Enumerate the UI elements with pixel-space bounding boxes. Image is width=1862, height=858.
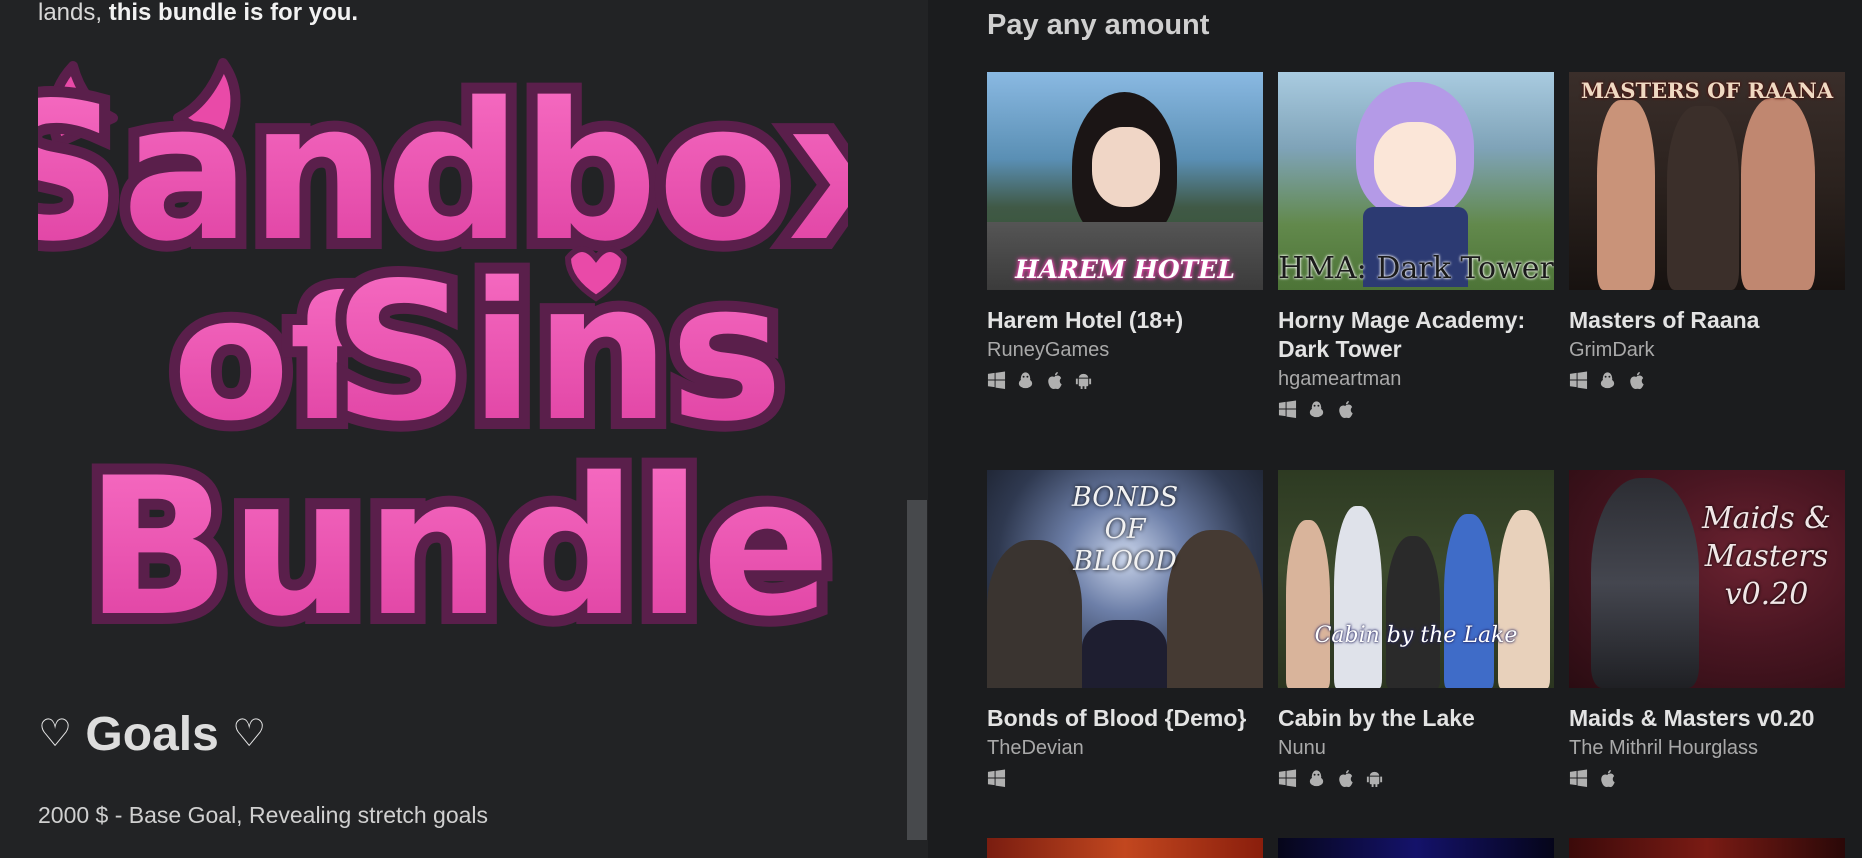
- linux-icon: [1309, 400, 1324, 417]
- windows-icon: [1569, 768, 1588, 787]
- game-card[interactable]: HMA: Dark Tower Horny Mage Academy: Dark…: [1278, 72, 1554, 419]
- game-cover-partial[interactable]: [1569, 838, 1845, 858]
- scrollbar-thumb[interactable]: [907, 500, 927, 840]
- platform-icons: [1569, 370, 1845, 390]
- cover-title: MASTERS OF RAANA: [1580, 78, 1834, 103]
- game-cover[interactable]: Cabin by the Lake: [1278, 470, 1554, 688]
- apple-icon: [1339, 400, 1353, 418]
- goal-base-text: 2000 $ - Base Goal, Revealing stretch go…: [38, 802, 489, 828]
- logo-line-sins: Sins: [333, 242, 783, 463]
- cover-title: HMA: Dark Tower: [1278, 251, 1554, 286]
- game-author[interactable]: The Mithril Hourglass: [1569, 734, 1845, 762]
- game-cover[interactable]: Maids & Masters v0.20: [1569, 470, 1845, 688]
- game-author[interactable]: Nunu: [1278, 734, 1554, 762]
- game-title[interactable]: Masters of Raana: [1569, 306, 1845, 335]
- game-author[interactable]: GrimDark: [1569, 336, 1845, 364]
- game-title[interactable]: Cabin by the Lake: [1278, 704, 1554, 733]
- game-author[interactable]: RuneyGames: [987, 336, 1263, 364]
- android-icon: [1366, 771, 1383, 787]
- game-author[interactable]: TheDevian: [987, 734, 1263, 762]
- game-title[interactable]: Harem Hotel (18+): [987, 306, 1263, 335]
- game-card[interactable]: HAREM HOTEL Harem Hotel (18+) RuneyGames: [987, 72, 1263, 390]
- linux-icon: [1018, 371, 1033, 388]
- game-cover[interactable]: HMA: Dark Tower: [1278, 72, 1554, 290]
- game-title[interactable]: Horny Mage Academy: Dark Tower: [1278, 306, 1554, 364]
- game-cover[interactable]: BONDS OF BLOOD: [987, 470, 1263, 688]
- platform-icons: [987, 768, 1263, 788]
- game-cover[interactable]: MASTERS OF RAANA: [1569, 72, 1845, 290]
- apple-icon: [1339, 769, 1353, 787]
- game-author[interactable]: hgameartman: [1278, 365, 1554, 393]
- apple-icon: [1630, 371, 1644, 389]
- intro-text: lands, this bundle is for you.: [38, 0, 358, 28]
- cover-title: Maids & Masters v0.20: [1701, 501, 1832, 612]
- game-card[interactable]: Cabin by the Lake Cabin by the Lake Nunu: [1278, 470, 1554, 788]
- linux-icon: [1309, 769, 1324, 786]
- game-title[interactable]: Maids & Masters v0.20: [1569, 704, 1845, 733]
- games-panel: Pay any amount HAREM HOTEL Harem Hotel (…: [928, 0, 1862, 858]
- game-card[interactable]: MASTERS OF RAANA Masters of Raana GrimDa…: [1569, 72, 1845, 390]
- game-card[interactable]: BONDS OF BLOOD Bonds of Blood {Demo} The…: [987, 470, 1263, 788]
- heart-right-icon: ♡: [232, 713, 267, 755]
- linux-icon: [1600, 371, 1615, 388]
- intro-bold: this bundle is for you.: [108, 0, 359, 26]
- windows-icon: [1278, 768, 1297, 787]
- section-title: Pay any amount: [987, 9, 1210, 41]
- intro-prefix: lands,: [38, 0, 109, 26]
- bundle-logo: Sandbox of Sins Bundle: [38, 58, 848, 668]
- logo-line-bundle: Bundle: [85, 437, 830, 658]
- bundle-description-panel: lands, this bundle is for you. × Sandbox…: [0, 0, 928, 858]
- heart-left-icon: ♡: [38, 713, 73, 755]
- game-card[interactable]: Maids & Masters v0.20 Maids & Masters v0…: [1569, 470, 1845, 788]
- game-title[interactable]: Bonds of Blood {Demo}: [987, 704, 1263, 733]
- cover-title: Cabin by the Lake: [1314, 623, 1518, 648]
- cover-title: BONDS OF BLOOD: [1071, 482, 1179, 577]
- game-cover-partial[interactable]: [1278, 838, 1554, 858]
- apple-icon: [1601, 769, 1615, 787]
- goals-heading: ♡ Goals ♡: [38, 706, 266, 763]
- android-icon: [1075, 373, 1092, 389]
- windows-icon: [987, 768, 1006, 787]
- platform-icons: [1278, 399, 1554, 419]
- cover-title: HAREM HOTEL: [1015, 255, 1235, 284]
- goals-title-text: Goals: [85, 708, 219, 761]
- windows-icon: [1278, 399, 1297, 418]
- platform-icons: [1569, 768, 1845, 788]
- platform-icons: [987, 370, 1263, 390]
- apple-icon: [1048, 371, 1062, 389]
- windows-icon: [987, 370, 1006, 389]
- windows-icon: [1569, 370, 1588, 389]
- platform-icons: [1278, 768, 1554, 788]
- game-cover[interactable]: HAREM HOTEL: [987, 72, 1263, 290]
- game-cover-partial[interactable]: [987, 838, 1263, 858]
